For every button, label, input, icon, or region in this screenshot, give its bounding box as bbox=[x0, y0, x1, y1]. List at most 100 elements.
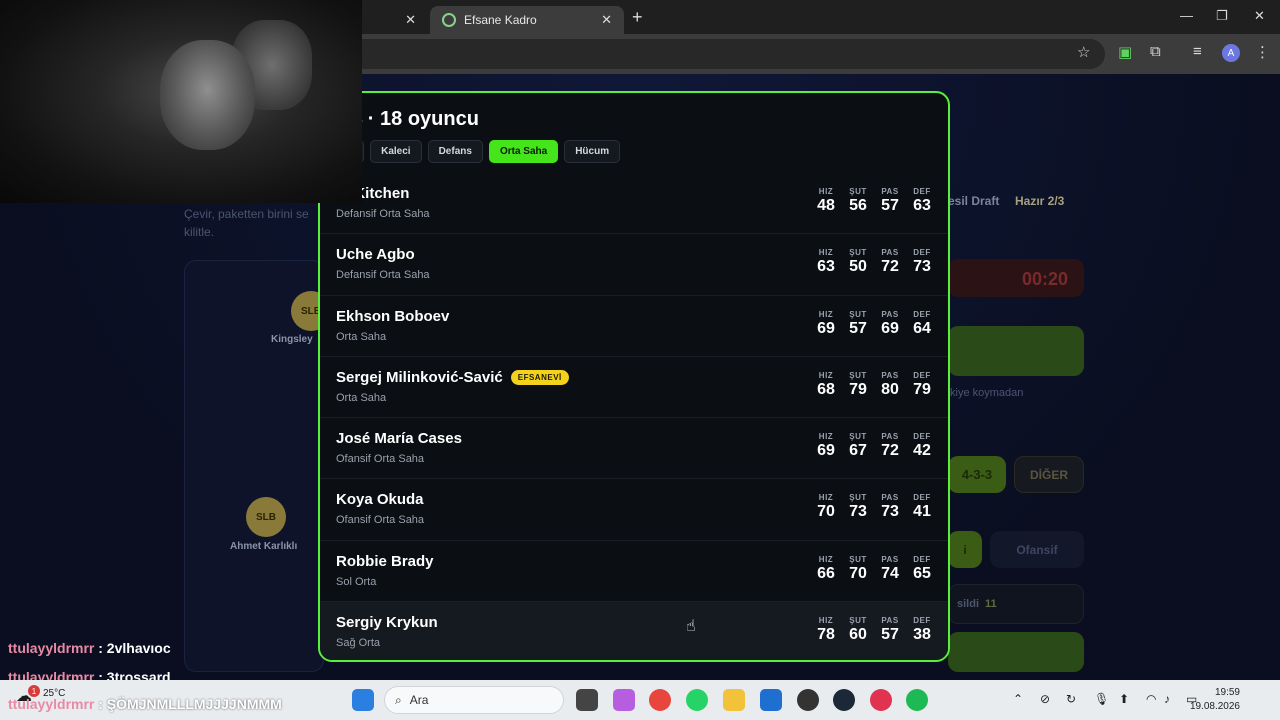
player-role: Defansif Orta Saha bbox=[336, 269, 430, 282]
stat-value: 68 bbox=[817, 380, 835, 398]
webcam-overlay bbox=[0, 0, 362, 203]
player-name: Kingsley bbox=[271, 334, 313, 345]
note-text: kiye koymadan bbox=[950, 387, 1024, 399]
stat-label: ŞUT bbox=[849, 554, 867, 564]
filter-defans[interactable]: Defans bbox=[427, 140, 483, 163]
player-name: Sergej Milinković-Savić bbox=[336, 368, 503, 386]
chrome-icon[interactable] bbox=[649, 689, 671, 711]
player-name: Uche Agbo bbox=[336, 246, 415, 264]
stat: DEF 65 bbox=[909, 555, 935, 583]
windows-start-icon[interactable] bbox=[352, 689, 374, 711]
stat-value: 74 bbox=[881, 564, 899, 582]
stat-value: 63 bbox=[817, 258, 835, 276]
player-row[interactable]: Robbie Brady Sol Orta HIZ 66 ŞUT 70 PAS 74 DEF 65 bbox=[320, 541, 948, 603]
stat-value: 50 bbox=[849, 258, 867, 276]
maximize-icon[interactable]: ❐ bbox=[1216, 8, 1228, 24]
stat: DEF 42 bbox=[909, 432, 935, 460]
taskbar-clock[interactable]: 19:59 19.08.2026 bbox=[1190, 686, 1240, 714]
position-badge[interactable]: SLB bbox=[246, 497, 286, 537]
player-row[interactable]: ry Kitchen Defansif Orta Saha HIZ 48 ŞUT 56 PA… bbox=[320, 173, 948, 235]
file-explorer-icon[interactable] bbox=[723, 689, 745, 711]
style-button-active[interactable]: i bbox=[948, 531, 982, 568]
player-name-wrap: Ekhson Boboev bbox=[336, 308, 449, 325]
action-panel[interactable] bbox=[948, 326, 1084, 376]
stat-label: HIZ bbox=[818, 432, 834, 442]
steam-icon[interactable] bbox=[833, 689, 855, 711]
tray-app-icon[interactable]: ⊘ bbox=[1040, 692, 1050, 706]
filter-kaleci[interactable]: Kaleci bbox=[370, 140, 422, 163]
filter-hucum[interactable]: Hücum bbox=[564, 140, 621, 163]
stat-label: ŞUT bbox=[849, 248, 867, 258]
menu-kebab-icon[interactable]: ⋮ bbox=[1255, 43, 1270, 61]
tab-efsane-kadro[interactable]: Efsane Kadro ✕ bbox=[430, 6, 624, 34]
player-name-wrap: Robbie Brady bbox=[336, 553, 434, 570]
bottom-action-button[interactable] bbox=[948, 632, 1084, 672]
microphone-icon[interactable]: 🎙 bbox=[1094, 692, 1109, 706]
stat-value: 41 bbox=[913, 503, 931, 521]
ofansif-button[interactable]: Ofansif bbox=[990, 531, 1084, 568]
bookmark-star-icon[interactable]: ☆ bbox=[1077, 43, 1090, 61]
stat: HIZ 48 bbox=[813, 187, 839, 215]
chat-username: ttulayyldrmrr bbox=[8, 696, 95, 712]
stat: DEF 63 bbox=[909, 187, 935, 215]
search-icon: ⌕ bbox=[395, 692, 402, 707]
spotify-icon[interactable] bbox=[906, 689, 928, 711]
tray-chevron-icon[interactable]: ⌃ bbox=[1013, 692, 1023, 706]
clock-date: 19.08.2026 bbox=[1189, 701, 1240, 712]
close-tab-icon[interactable]: ✕ bbox=[405, 12, 416, 28]
tray-update-icon[interactable]: ⬆ bbox=[1119, 692, 1129, 706]
player-name-wrap: Sergej Milinković-Savić EFSANEVİ bbox=[336, 369, 569, 386]
stat-value: 72 bbox=[881, 442, 899, 460]
stat: HIZ 63 bbox=[813, 248, 839, 276]
whatsapp-icon[interactable] bbox=[686, 689, 708, 711]
stat-label: DEF bbox=[913, 554, 931, 564]
obs-icon[interactable] bbox=[797, 689, 819, 711]
chat-text: : ŞÖMJNMLLLMJJJJNMMM bbox=[98, 696, 282, 712]
copilot-icon[interactable] bbox=[613, 689, 635, 711]
filter-orta-saha[interactable]: Orta Saha bbox=[488, 140, 559, 163]
chat-text: : 2vlhavıoc bbox=[98, 640, 171, 656]
other-button[interactable]: DİĞER bbox=[1014, 456, 1084, 493]
stat-label: PAS bbox=[881, 554, 899, 564]
player-stats: HIZ 66 ŞUT 70 PAS 74 DEF 65 bbox=[813, 555, 935, 583]
player-role: Ofansif Orta Saha bbox=[336, 514, 425, 527]
address-bar[interactable] bbox=[340, 39, 1105, 69]
stat-value: 66 bbox=[817, 564, 835, 582]
stat: PAS 69 bbox=[877, 310, 903, 338]
media-control-icon[interactable]: ≡ bbox=[1193, 43, 1202, 60]
player-row[interactable]: Sergej Milinković-Savić EFSANEVİ Orta Saha… bbox=[320, 357, 948, 419]
player-name: Robbie Brady bbox=[336, 552, 434, 570]
volume-icon[interactable]: ♪ bbox=[1164, 692, 1170, 706]
player-role: Defansif Orta Saha bbox=[336, 208, 430, 220]
minimize-icon[interactable]: — bbox=[1180, 8, 1193, 23]
task-view-icon[interactable] bbox=[576, 689, 598, 711]
info-label: sildi bbox=[957, 598, 980, 610]
player-row[interactable]: Uche Agbo Defansif Orta Saha HIZ 63 ŞUT 50 PAS… bbox=[320, 234, 948, 296]
player-row[interactable]: Koya Okuda Ofansif Orta Saha HIZ 70 ŞUT 73 PAS… bbox=[320, 479, 948, 541]
player-row[interactable]: José María Cases Ofansif Orta Saha HIZ 69 ŞU… bbox=[320, 418, 948, 480]
profile-avatar[interactable]: A bbox=[1222, 44, 1240, 62]
player-row[interactable]: Sergiy Krykun Sağ Orta HIZ 78 ŞUT 60 PAS 57 DEF 3… bbox=[320, 602, 948, 660]
new-tab-icon[interactable]: + bbox=[632, 7, 643, 28]
chat-username: ttulayyldrmrr bbox=[8, 640, 95, 656]
stat: PAS 72 bbox=[877, 432, 903, 460]
stat: ŞUT 73 bbox=[845, 493, 871, 521]
player-name-wrap: Sergiy Krykun bbox=[336, 614, 438, 631]
taskbar-search[interactable]: ⌕ Ara bbox=[384, 686, 564, 714]
stat-label: ŞUT bbox=[849, 187, 867, 196]
player-row[interactable]: Ekhson Boboev Orta Saha HIZ 69 ŞUT 57 PAS 69 DEF… bbox=[320, 296, 948, 357]
stat: HIZ 69 bbox=[813, 310, 839, 338]
stat-label: DEF bbox=[913, 493, 931, 503]
formation-button[interactable]: 4-3-3 bbox=[948, 456, 1006, 493]
microsoft-store-icon[interactable] bbox=[760, 689, 782, 711]
stat: ŞUT 67 bbox=[845, 432, 871, 460]
window-close-icon[interactable]: ✕ bbox=[1254, 8, 1265, 24]
wifi-icon[interactable]: ◠ bbox=[1146, 692, 1156, 706]
extensions-puzzle-icon[interactable]: ⧉ bbox=[1150, 43, 1161, 60]
extension-icon[interactable]: ▣ bbox=[1118, 43, 1132, 61]
position-filter-bar: ü Kaleci Defans Orta Saha Hücum bbox=[336, 140, 621, 163]
tray-sync-icon[interactable]: ↻ bbox=[1066, 692, 1076, 706]
stat-value: 73 bbox=[849, 503, 867, 521]
opera-icon[interactable] bbox=[870, 689, 892, 711]
close-tab-icon[interactable]: ✕ bbox=[601, 12, 612, 28]
